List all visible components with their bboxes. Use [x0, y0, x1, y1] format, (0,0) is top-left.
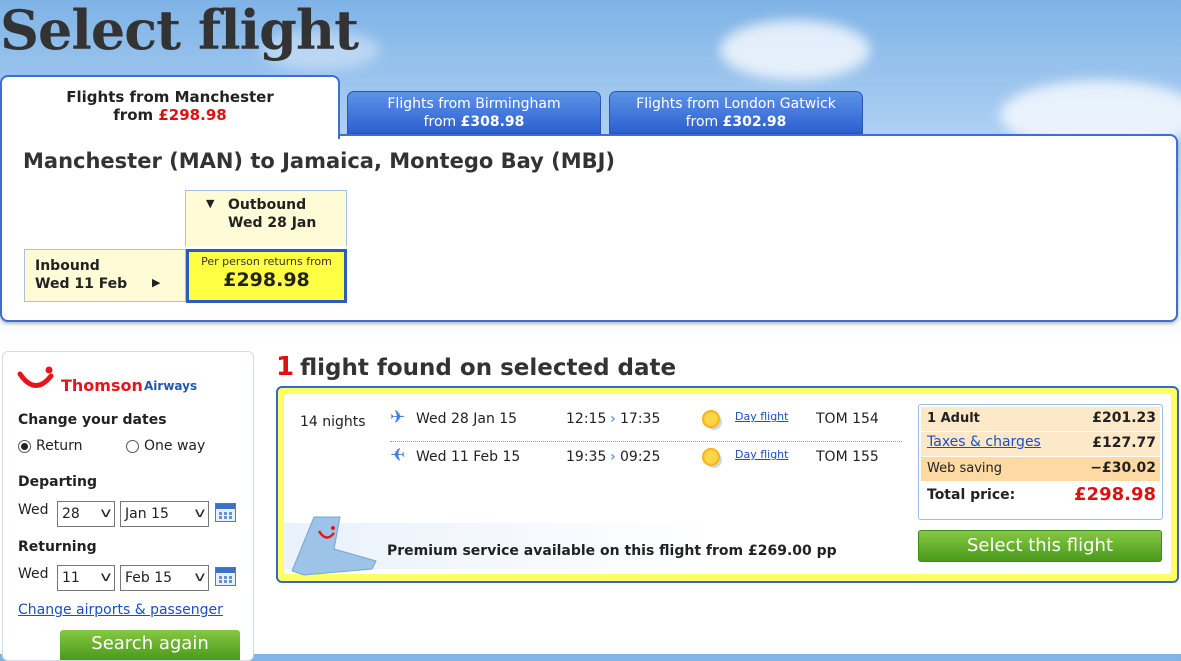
- day-flight-link[interactable]: Day flight: [735, 405, 788, 429]
- tab-birmingham[interactable]: Flights from Birmingham from £308.98: [347, 91, 601, 134]
- outbound-date-cell[interactable]: ▼ Outbound Wed 28 Jan: [185, 190, 347, 246]
- price-row-label: Web saving: [927, 461, 1003, 476]
- change-dates-label: Change your dates: [18, 412, 167, 428]
- flight-leg-inbound: ✈ Wed 11 Feb 15 19:35 › 09:25 Day flight…: [390, 445, 910, 469]
- tab-label: Flights from Manchester: [66, 88, 274, 106]
- search-sidebar: Thomson Airways Change your dates Return…: [2, 351, 254, 661]
- select-value: Jan 15: [125, 506, 169, 522]
- route-title: Manchester (MAN) to Jamaica, Montego Bay…: [23, 149, 616, 173]
- leg-arrive-time: 17:35: [620, 411, 661, 427]
- price-row-label: 1 Adult: [927, 411, 980, 426]
- departing-date-select[interactable]: 28 v: [57, 501, 115, 527]
- results-heading: 1 flight found on selected date: [276, 352, 676, 382]
- tab-london-gatwick[interactable]: Flights from London Gatwick from £302.98: [609, 91, 863, 134]
- tab-from-text: from: [113, 106, 154, 124]
- inbound-date-cell[interactable]: Inbound Wed 11 Feb ▶: [24, 249, 186, 302]
- day-flight-link[interactable]: Day flight: [735, 443, 788, 467]
- price-breakdown: 1 Adult £201.23 Taxes & charges £127.77 …: [918, 404, 1163, 520]
- arrow-right-icon: ›: [610, 449, 616, 465]
- radio-button[interactable]: [126, 439, 139, 453]
- chevron-down-icon: v: [194, 506, 206, 521]
- triangle-right-icon: ▶: [152, 276, 161, 289]
- radio-return[interactable]: Return: [18, 438, 82, 454]
- price-caption: Per person returns from: [201, 255, 332, 268]
- price-row-adult: 1 Adult £201.23: [921, 407, 1160, 431]
- returning-date-select[interactable]: 11 v: [57, 565, 115, 591]
- tab-from-text: from: [685, 114, 719, 130]
- calendar-icon[interactable]: [215, 503, 236, 522]
- total-price-value: £298.98: [1074, 484, 1156, 505]
- chevron-down-icon: v: [194, 570, 206, 585]
- route-panel: Manchester (MAN) to Jamaica, Montego Bay…: [0, 134, 1178, 322]
- inbound-date: Wed 11 Feb: [35, 276, 128, 292]
- change-airports-link[interactable]: Change airports & passenger: [18, 602, 223, 618]
- leg-depart-time: 12:15: [566, 411, 607, 427]
- leg-depart-time: 19:35: [566, 449, 607, 465]
- radio-label: One way: [144, 438, 206, 454]
- plane-depart-icon: ✈: [390, 407, 406, 428]
- radio-button[interactable]: [18, 439, 31, 453]
- leg-date: Wed 28 Jan 15: [416, 411, 518, 427]
- flight-number: TOM 155: [816, 449, 879, 465]
- selected-price-cell[interactable]: Per person returns from £298.98: [186, 249, 347, 303]
- cloud-decoration: [720, 20, 870, 80]
- leg-divider: [390, 441, 902, 442]
- results-heading-text: flight found on selected date: [300, 355, 677, 381]
- tui-smile-icon: [17, 366, 54, 388]
- plane-return-icon: ✈: [390, 445, 406, 466]
- triangle-down-icon: ▼: [206, 197, 215, 210]
- price-row-total: Total price: £298.98: [921, 483, 1160, 507]
- tab-price: £298.98: [158, 106, 227, 124]
- returning-month-select[interactable]: Feb 15 v: [120, 565, 209, 591]
- tab-label: Flights from Birmingham: [387, 96, 561, 112]
- aircraft-tail-icon: [291, 516, 377, 576]
- departing-month-select[interactable]: Jan 15 v: [120, 501, 209, 527]
- brand-sub: Airways: [144, 379, 198, 393]
- departing-day: Wed: [18, 502, 49, 518]
- sun-icon: [702, 448, 720, 466]
- flight-number: TOM 154: [816, 411, 879, 427]
- departing-label: Departing: [18, 474, 97, 490]
- outbound-label: Outbound: [228, 197, 307, 213]
- chevron-down-icon: v: [100, 570, 112, 585]
- tab-price: £302.98: [722, 114, 787, 130]
- results-count: 1: [276, 352, 295, 382]
- select-value: 11: [62, 570, 80, 586]
- nights-count: 14 nights: [300, 414, 366, 430]
- select-value: Feb 15: [125, 570, 173, 586]
- sun-icon: [702, 410, 720, 428]
- price-row-saving: Web saving −£30.02: [921, 457, 1160, 481]
- price-row-value: £127.77: [1092, 435, 1156, 451]
- leg-date: Wed 11 Feb 15: [416, 449, 521, 465]
- radio-label: Return: [36, 438, 83, 454]
- brand-name: Thomson: [61, 376, 143, 395]
- search-again-button[interactable]: Search again: [60, 630, 240, 660]
- premium-text: Premium service available on this flight…: [387, 543, 837, 559]
- flight-leg-outbound: ✈ Wed 28 Jan 15 12:15 › 17:35 Day flight…: [390, 407, 910, 431]
- radio-one-way[interactable]: One way: [126, 438, 205, 454]
- premium-banner: Premium service available on this flight…: [284, 509, 904, 579]
- select-flight-button[interactable]: Select this flight: [918, 530, 1162, 562]
- calendar-icon[interactable]: [215, 567, 236, 586]
- outbound-date: Wed 28 Jan: [228, 215, 317, 231]
- returning-day: Wed: [18, 566, 49, 582]
- select-value: 28: [62, 506, 80, 522]
- tab-from-text: from: [423, 114, 457, 130]
- arrow-right-icon: ›: [610, 411, 616, 427]
- tab-label: Flights from London Gatwick: [636, 96, 836, 112]
- tab-price: £308.98: [460, 114, 525, 130]
- chevron-down-icon: v: [100, 506, 112, 521]
- inbound-label: Inbound: [35, 258, 100, 274]
- price-row-value: £201.23: [1092, 410, 1156, 426]
- price-row-label: Total price:: [927, 487, 1016, 503]
- page-title: Select flight: [0, 0, 359, 62]
- leg-arrive-time: 09:25: [620, 449, 661, 465]
- price-row-value: −£30.02: [1090, 460, 1156, 476]
- flight-result-card: 14 nights ✈ Wed 28 Jan 15 12:15 › 17:35 …: [276, 386, 1179, 583]
- price-value: £298.98: [223, 269, 310, 291]
- returning-label: Returning: [18, 539, 97, 555]
- price-row-taxes: Taxes & charges £127.77: [921, 432, 1160, 456]
- tab-manchester[interactable]: Flights from Manchester from £298.98: [0, 75, 340, 139]
- taxes-link[interactable]: Taxes & charges: [927, 434, 1041, 450]
